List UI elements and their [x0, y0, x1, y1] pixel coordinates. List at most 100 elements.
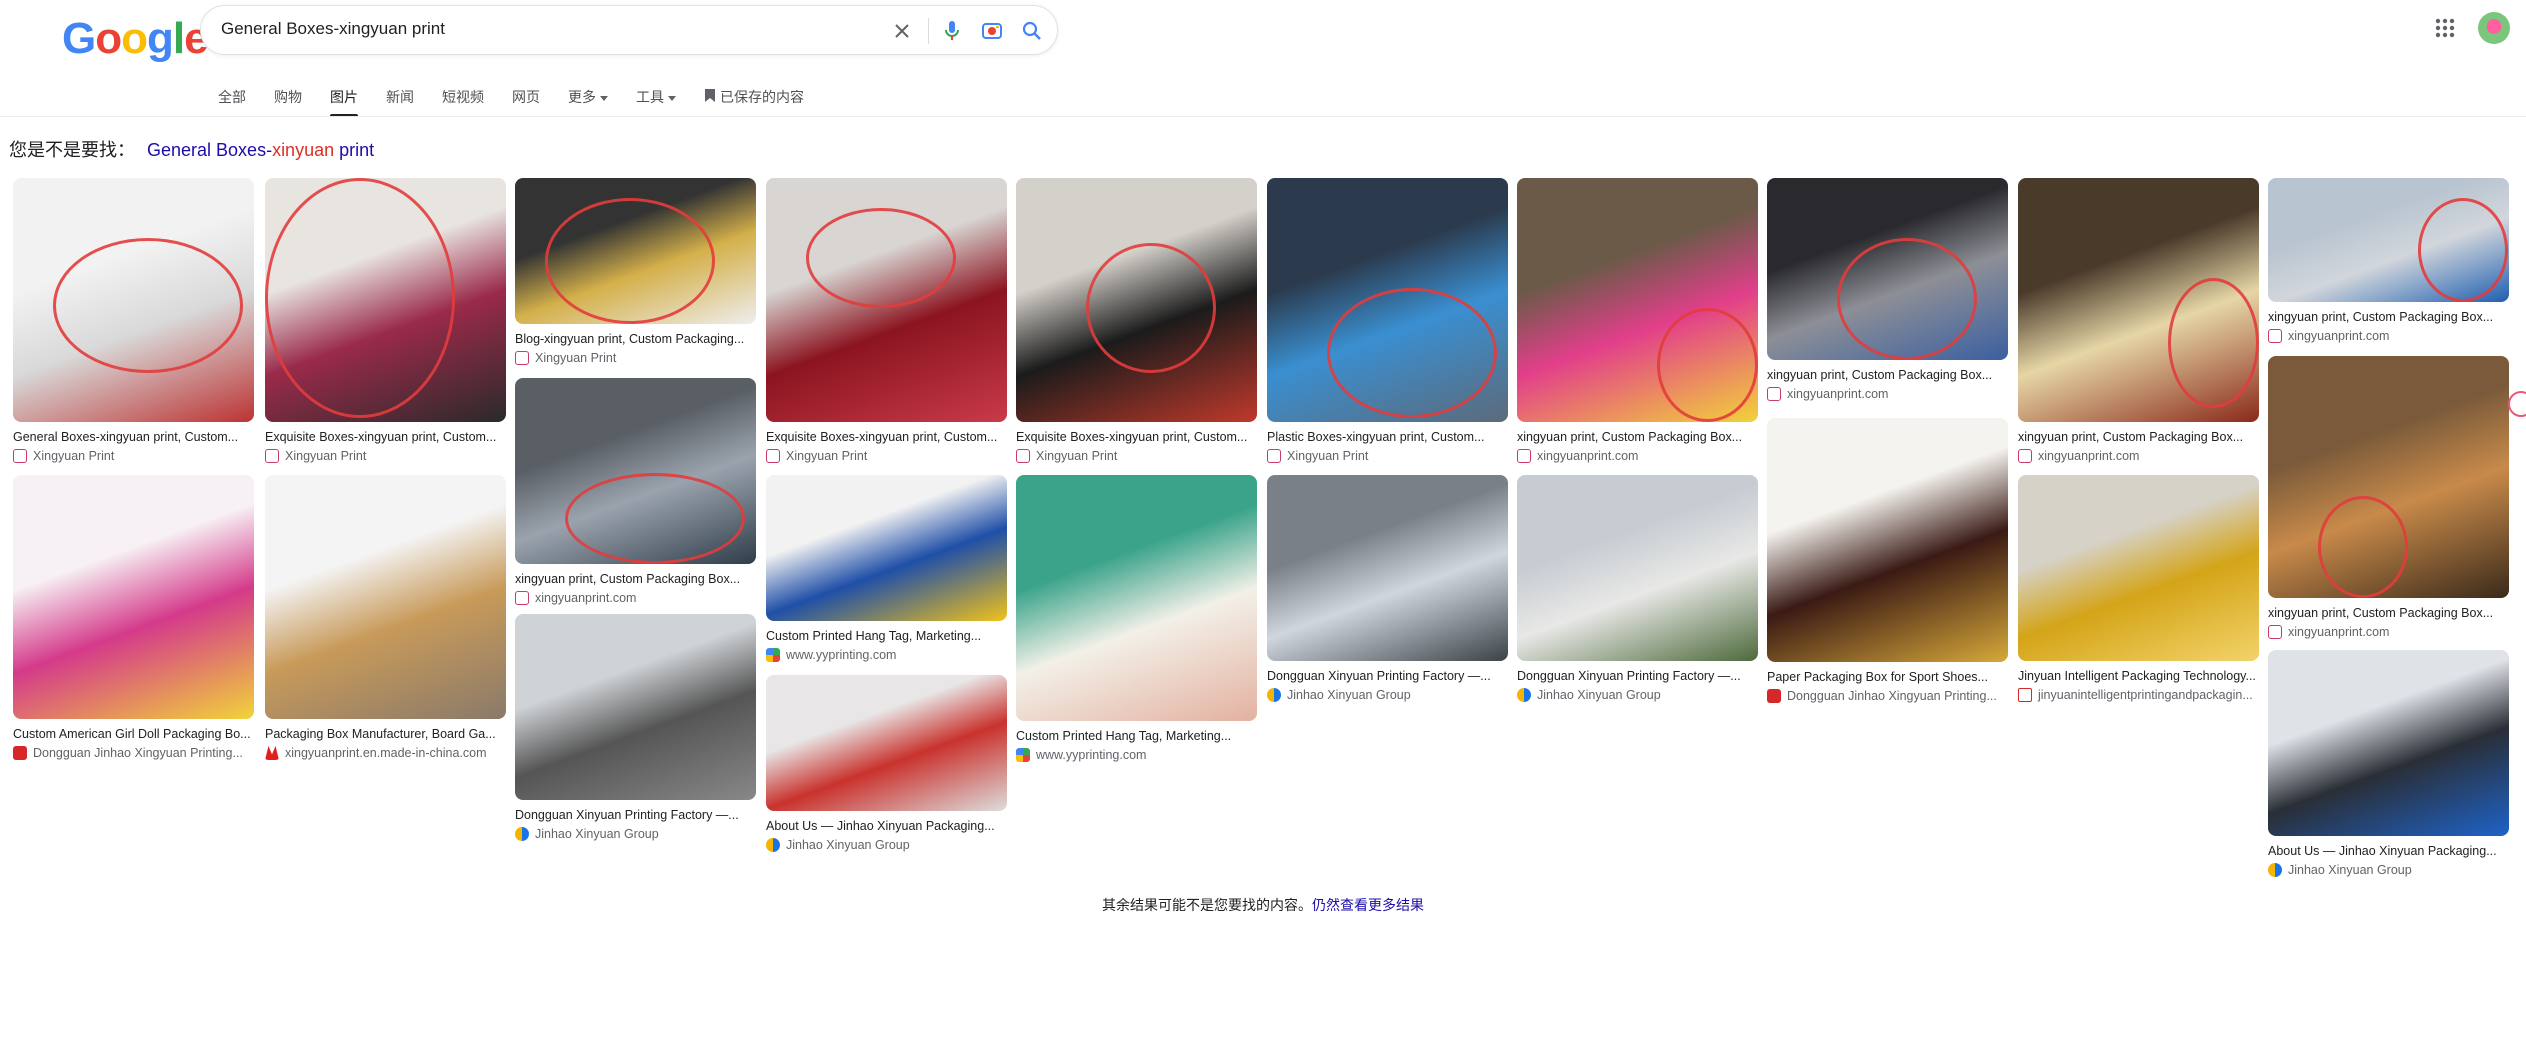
result-source[interactable]: xingyuanprint.com — [1517, 449, 1758, 463]
result-title[interactable]: xingyuan print, Custom Packaging Box... — [2018, 430, 2259, 444]
google-logo[interactable]: Google — [62, 14, 209, 64]
result-title[interactable]: Custom Printed Hang Tag, Marketing... — [1016, 729, 1257, 743]
result-thumbnail[interactable] — [1517, 475, 1758, 661]
tab-4[interactable]: 短视频 — [442, 86, 484, 108]
close-icon[interactable] — [887, 16, 917, 46]
result-title[interactable]: Jinyuan Intelligent Packaging Technology… — [2018, 669, 2259, 683]
tab-8[interactable]: 已保存的内容 — [704, 86, 804, 108]
result-title[interactable]: xingyuan print, Custom Packaging Box... — [1517, 430, 1758, 444]
result-title[interactable]: Dongguan Xinyuan Printing Factory —... — [515, 808, 756, 822]
search-icon[interactable] — [1017, 16, 1047, 46]
result-source-text: Xingyuan Print — [285, 449, 367, 463]
result-title[interactable]: Dongguan Xinyuan Printing Factory —... — [1267, 669, 1508, 683]
result-thumbnail[interactable] — [1767, 418, 2008, 662]
tab-5[interactable]: 网页 — [512, 86, 540, 108]
search-box[interactable]: General Boxes-xingyuan print — [200, 5, 1058, 55]
annotation-circle — [53, 238, 243, 373]
result-source[interactable]: www.yyprinting.com — [766, 648, 1007, 662]
tab-7[interactable]: 工具 — [636, 86, 676, 108]
favicon-icon — [1267, 688, 1281, 702]
result-title[interactable]: Exquisite Boxes-xingyuan print, Custom..… — [1016, 430, 1257, 444]
result-source[interactable]: Xingyuan Print — [1267, 449, 1508, 463]
result-thumbnail[interactable] — [1267, 475, 1508, 661]
search-input[interactable]: General Boxes-xingyuan print — [221, 19, 445, 39]
result-thumbnail[interactable] — [515, 614, 756, 800]
result-source[interactable]: Xingyuan Print — [515, 351, 756, 365]
annotation-circle — [545, 198, 715, 324]
result-title[interactable]: xingyuan print, Custom Packaging Box... — [2268, 310, 2509, 324]
result-title[interactable]: Exquisite Boxes-xingyuan print, Custom..… — [766, 430, 1007, 444]
result-thumbnail[interactable] — [1016, 475, 1257, 721]
accessibility-icon[interactable] — [2508, 391, 2526, 417]
result-thumbnail[interactable] — [766, 475, 1007, 621]
result-source[interactable]: Jinhao Xinyuan Group — [515, 827, 756, 841]
lens-icon[interactable] — [977, 16, 1007, 46]
result-thumbnail[interactable] — [2018, 178, 2259, 422]
result-source[interactable]: Jinhao Xinyuan Group — [766, 838, 1007, 852]
result-source-text: jinyuanintelligentprintingandpackagin... — [2038, 688, 2253, 702]
result-source[interactable]: Xingyuan Print — [13, 449, 254, 463]
result-thumbnail[interactable] — [13, 475, 254, 719]
result-thumbnail[interactable] — [13, 178, 254, 422]
result-title[interactable]: Paper Packaging Box for Sport Shoes... — [1767, 670, 2008, 684]
result-source[interactable]: Jinhao Xinyuan Group — [1267, 688, 1508, 702]
result-source[interactable]: jinyuanintelligentprintingandpackagin... — [2018, 688, 2259, 702]
more-results-link[interactable]: 仍然查看更多结果 — [1312, 897, 1424, 913]
result-title[interactable]: About Us — Jinhao Xinyuan Packaging... — [766, 819, 1007, 833]
result-source[interactable]: Dongguan Jinhao Xingyuan Printing... — [13, 746, 254, 760]
result-title[interactable]: Custom Printed Hang Tag, Marketing... — [766, 629, 1007, 643]
result-source[interactable]: xingyuanprint.com — [1767, 387, 2008, 401]
result-source[interactable]: xingyuanprint.com — [2018, 449, 2259, 463]
result-source[interactable]: xingyuanprint.com — [2268, 625, 2509, 639]
result-thumbnail[interactable] — [766, 675, 1007, 811]
result-title[interactable]: Packaging Box Manufacturer, Board Ga... — [265, 727, 506, 741]
result-title[interactable]: About Us — Jinhao Xinyuan Packaging... — [2268, 844, 2509, 858]
result-thumbnail[interactable] — [1016, 178, 1257, 422]
tab-3[interactable]: 新闻 — [386, 86, 414, 108]
result-title[interactable]: General Boxes-xingyuan print, Custom... — [13, 430, 254, 444]
result-title[interactable]: Plastic Boxes-xingyuan print, Custom... — [1267, 430, 1508, 444]
result-source[interactable]: Jinhao Xinyuan Group — [2268, 863, 2509, 877]
tab-6[interactable]: 更多 — [568, 86, 608, 108]
result-source[interactable]: xingyuanprint.com — [2268, 329, 2509, 343]
result-title[interactable]: Dongguan Xinyuan Printing Factory —... — [1517, 669, 1758, 683]
result-thumbnail[interactable] — [1267, 178, 1508, 422]
result-source[interactable]: xingyuanprint.com — [515, 591, 756, 605]
result-title[interactable]: Exquisite Boxes-xingyuan print, Custom..… — [265, 430, 506, 444]
tab-1[interactable]: 购物 — [274, 86, 302, 108]
result-thumbnail[interactable] — [1517, 178, 1758, 422]
annotation-circle — [1086, 243, 1216, 373]
result-thumbnail[interactable] — [265, 475, 506, 719]
result-source[interactable]: Jinhao Xinyuan Group — [1517, 688, 1758, 702]
tab-2[interactable]: 图片 — [330, 86, 358, 117]
apps-grid-icon[interactable] — [2433, 16, 2457, 40]
result-thumbnail[interactable] — [515, 178, 756, 324]
result-source[interactable]: Dongguan Jinhao Xingyuan Printing... — [1767, 689, 2008, 703]
result-title[interactable]: xingyuan print, Custom Packaging Box... — [1767, 368, 2008, 382]
result-title[interactable]: xingyuan print, Custom Packaging Box... — [2268, 606, 2509, 620]
result-thumbnail[interactable] — [2018, 475, 2259, 661]
logo-letter: o — [95, 14, 122, 63]
result-thumbnail[interactable] — [1767, 178, 2008, 360]
result-source[interactable]: www.yyprinting.com — [1016, 748, 1257, 762]
result-title[interactable]: Custom American Girl Doll Packaging Bo..… — [13, 727, 254, 741]
result-thumbnail[interactable] — [2268, 650, 2509, 836]
mic-icon[interactable] — [937, 16, 967, 46]
result-source[interactable]: Xingyuan Print — [766, 449, 1007, 463]
result-source[interactable]: xingyuanprint.en.made-in-china.com — [265, 746, 506, 760]
result-source-text: Dongguan Jinhao Xingyuan Printing... — [1787, 689, 1997, 703]
result-thumbnail[interactable] — [766, 178, 1007, 422]
result-title[interactable]: Blog-xingyuan print, Custom Packaging... — [515, 332, 756, 346]
result-source[interactable]: Xingyuan Print — [1016, 449, 1257, 463]
result-thumbnail[interactable] — [515, 378, 756, 564]
result-thumbnail[interactable] — [2268, 356, 2509, 598]
avatar[interactable] — [2478, 12, 2510, 44]
result-thumbnail[interactable] — [2268, 178, 2509, 302]
tab-0[interactable]: 全部 — [218, 86, 246, 108]
result-title[interactable]: xingyuan print, Custom Packaging Box... — [515, 572, 756, 586]
result-source[interactable]: Xingyuan Print — [265, 449, 506, 463]
favicon-icon — [766, 838, 780, 852]
result-thumbnail[interactable] — [265, 178, 506, 422]
did-you-mean-link[interactable]: General Boxes-xinyuan print — [147, 140, 374, 160]
suggestion-correction: xinyuan — [272, 140, 335, 160]
